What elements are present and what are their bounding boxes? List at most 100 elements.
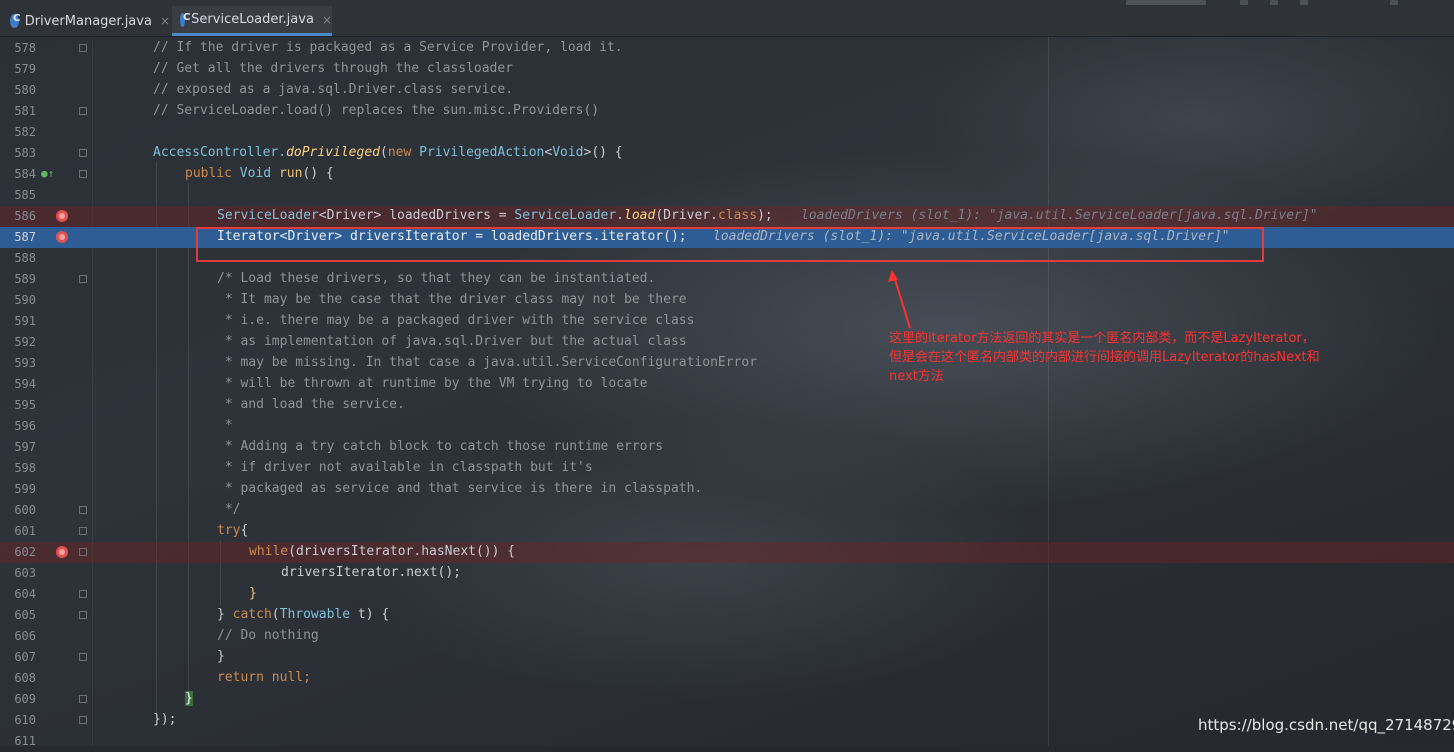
code-line[interactable]: 598 * if driver not available in classpa… — [0, 458, 1454, 479]
annotation-line: 这里的iterator方法返回的其实是一个匿名内部类，而不是LazyIterat… — [889, 331, 1315, 346]
code-text: * i.e. there may be a packaged driver wi… — [217, 313, 695, 328]
code-line[interactable]: 597 * Adding a try catch block to catch … — [0, 437, 1454, 458]
toolbar-strip — [1110, 0, 1454, 6]
code-token: () { — [302, 166, 334, 181]
code-line-breakpoint[interactable]: 602 while(driversIterator.hasNext()) { — [0, 542, 1454, 563]
code-editor[interactable]: 578 // If the driver is packaged as a Se… — [0, 37, 1454, 748]
code-line[interactable]: 582 — [0, 122, 1454, 143]
code-line[interactable]: 611 — [0, 731, 1454, 752]
code-line[interactable]: 606 // Do nothing — [0, 626, 1454, 647]
tab-drivermanager[interactable]: DriverManager.java × — [10, 6, 170, 36]
toolbar-icon[interactable] — [1300, 0, 1308, 5]
code-line[interactable]: 603 driversIterator.next(); — [0, 563, 1454, 584]
code-line[interactable]: 604 } — [0, 584, 1454, 605]
breakpoint-icon[interactable] — [56, 231, 68, 243]
line-number: 597 — [14, 440, 36, 454]
inline-debug-value: loadedDrivers (slot_1): "java.util.Servi… — [801, 208, 1318, 223]
code-token: < — [544, 145, 553, 160]
code-token: null — [271, 670, 304, 685]
line-number: 608 — [14, 671, 36, 685]
line-number: 584 — [14, 167, 36, 181]
code-line[interactable]: 578 // If the driver is packaged as a Se… — [0, 38, 1454, 59]
code-text: * It may be the case that the driver cla… — [217, 292, 687, 307]
line-number: 591 — [14, 314, 36, 328]
code-token: . — [616, 208, 624, 223]
code-token: { — [240, 523, 249, 538]
code-line[interactable]: 600 */ — [0, 500, 1454, 521]
code-line[interactable]: 601 try{ — [0, 521, 1454, 542]
code-text: } catch(Throwable t) { — [217, 607, 389, 622]
code-line-breakpoint[interactable]: 586 ServiceLoader<Driver> loadedDrivers … — [0, 206, 1454, 227]
code-line[interactable]: 607 } — [0, 647, 1454, 668]
fold-marker-icon[interactable] — [79, 716, 87, 724]
code-text: try{ — [217, 523, 248, 538]
code-text: while(driversIterator.hasNext()) { — [249, 544, 515, 559]
fold-marker-icon[interactable] — [79, 611, 87, 619]
code-text: ServiceLoader<Driver> loadedDrivers = Se… — [217, 208, 773, 223]
toolbar-icon[interactable] — [1240, 0, 1248, 5]
override-marker-icon[interactable]: ●↑ — [41, 167, 54, 180]
fold-marker-icon[interactable] — [79, 275, 87, 283]
fold-marker-icon[interactable] — [79, 149, 87, 157]
fold-marker-icon[interactable] — [79, 590, 87, 598]
line-number: 610 — [14, 713, 36, 727]
code-line[interactable]: 596 * — [0, 416, 1454, 437]
code-token: ServiceLoader — [217, 208, 319, 223]
code-line[interactable]: 605 } catch(Throwable t) { — [0, 605, 1454, 626]
code-token: catch — [232, 607, 272, 622]
fold-marker-icon[interactable] — [79, 695, 87, 703]
code-token: t) { — [357, 607, 390, 622]
fold-marker-icon[interactable] — [79, 506, 87, 514]
code-token: ( — [271, 607, 280, 622]
line-number: 606 — [14, 629, 36, 643]
breakpoint-icon[interactable] — [56, 546, 68, 558]
code-line[interactable]: 608 return null; — [0, 668, 1454, 689]
line-number: 579 — [14, 62, 36, 76]
code-token: doPrivileged — [286, 145, 380, 160]
code-token: Throwable — [279, 607, 358, 622]
breakpoint-icon[interactable] — [56, 210, 68, 222]
code-line[interactable]: 580 // exposed as a java.sql.Driver.clas… — [0, 80, 1454, 101]
code-line[interactable]: 583 AccessController.doPrivileged(new Pr… — [0, 143, 1454, 164]
code-line[interactable]: 599 * packaged as service and that servi… — [0, 479, 1454, 500]
code-line[interactable]: 609 } — [0, 689, 1454, 710]
code-token: ServiceLoader — [514, 208, 617, 223]
code-line[interactable]: 579 // Get all the drivers through the c… — [0, 59, 1454, 80]
close-icon[interactable]: × — [160, 14, 170, 28]
fold-marker-icon[interactable] — [79, 527, 87, 535]
fold-marker-icon[interactable] — [79, 107, 87, 115]
code-line[interactable]: 590 * It may be the case that the driver… — [0, 290, 1454, 311]
fold-marker-icon[interactable] — [79, 548, 87, 556]
toolbar-icon[interactable] — [1270, 0, 1278, 5]
code-line[interactable]: 581 // ServiceLoader.load() replaces the… — [0, 101, 1454, 122]
code-token: while — [249, 544, 289, 559]
code-text: // Get all the drivers through the class… — [153, 61, 514, 76]
code-line[interactable]: 584 ●↑ public Void run() { — [0, 164, 1454, 185]
line-number: 587 — [14, 230, 36, 244]
line-number: 607 — [14, 650, 36, 664]
code-line[interactable]: 585 — [0, 185, 1454, 206]
line-number: 593 — [14, 356, 36, 370]
line-number: 596 — [14, 419, 36, 433]
code-token: AccessController. — [153, 145, 287, 160]
line-number: 590 — [14, 293, 36, 307]
toolbar-icon[interactable] — [1390, 0, 1398, 5]
code-line[interactable]: 595 * and load the service. — [0, 395, 1454, 416]
toolbar-control[interactable] — [1126, 0, 1206, 5]
java-class-icon — [10, 13, 20, 28]
fold-marker-icon[interactable] — [79, 653, 87, 661]
annotation-line: next方法 — [889, 369, 944, 384]
code-text: // ServiceLoader.load() replaces the sun… — [153, 103, 600, 118]
fold-marker-icon[interactable] — [79, 44, 87, 52]
line-number: 598 — [14, 461, 36, 475]
line-number: 599 — [14, 482, 36, 496]
close-icon[interactable]: × — [322, 13, 332, 27]
code-text: * and load the service. — [217, 397, 405, 412]
tab-serviceloader[interactable]: ServiceLoader.java × — [172, 6, 332, 36]
fold-marker-icon[interactable] — [79, 170, 87, 178]
code-text: */ — [217, 502, 241, 517]
line-number: 603 — [14, 566, 36, 580]
code-line[interactable]: 589 /* Load these drivers, so that they … — [0, 269, 1454, 290]
code-token: Void — [552, 145, 584, 160]
line-number: 580 — [14, 83, 36, 97]
